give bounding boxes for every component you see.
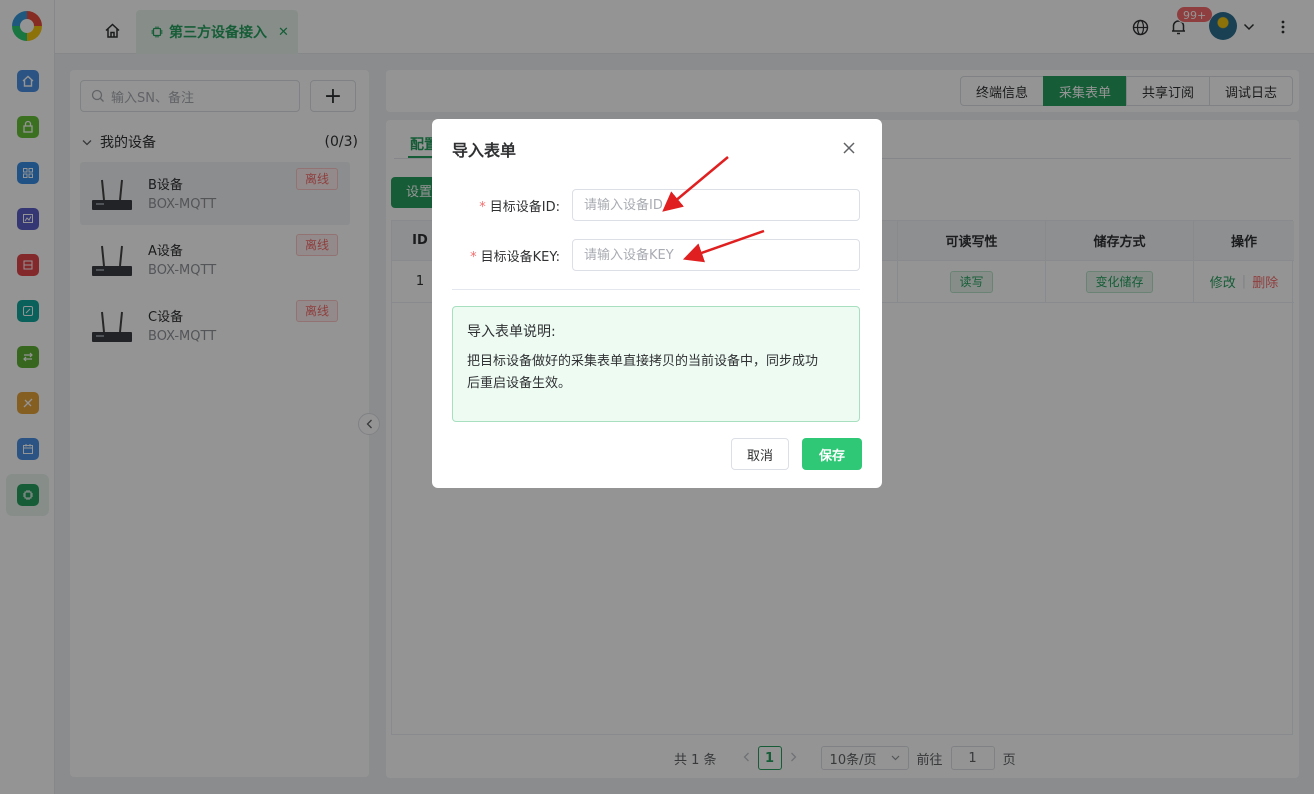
note-text: 把目标设备做好的采集表单直接拷贝的当前设备中，同步成功 后重启设备生效。: [467, 351, 845, 395]
field-label-device-id: * 目标设备ID:: [479, 200, 560, 215]
save-button[interactable]: 保存: [802, 438, 862, 470]
dialog-divider: [452, 289, 860, 290]
dialog-title: 导入表单: [452, 141, 517, 160]
import-form-dialog: 导入表单 *目标设备ID: *目标设备KEY: 导入表单说明: 把目标设备做好的…: [432, 119, 882, 488]
note-title: 导入表单说明:: [467, 324, 556, 340]
required-mark: *: [479, 200, 486, 215]
field-label-device-key: * 目标设备KEY:: [470, 250, 560, 265]
device-id-input[interactable]: [572, 189, 860, 221]
import-note-box: 导入表单说明: 把目标设备做好的采集表单直接拷贝的当前设备中，同步成功 后重启设…: [452, 306, 860, 422]
close-icon[interactable]: [840, 139, 858, 157]
cancel-button[interactable]: 取消: [731, 438, 789, 470]
note-text-line: 后重启设备生效。: [467, 376, 572, 391]
device-key-input[interactable]: [572, 239, 860, 271]
required-mark: *: [470, 250, 477, 265]
note-text-line: 把目标设备做好的采集表单直接拷贝的当前设备中，同步成功: [467, 354, 819, 369]
